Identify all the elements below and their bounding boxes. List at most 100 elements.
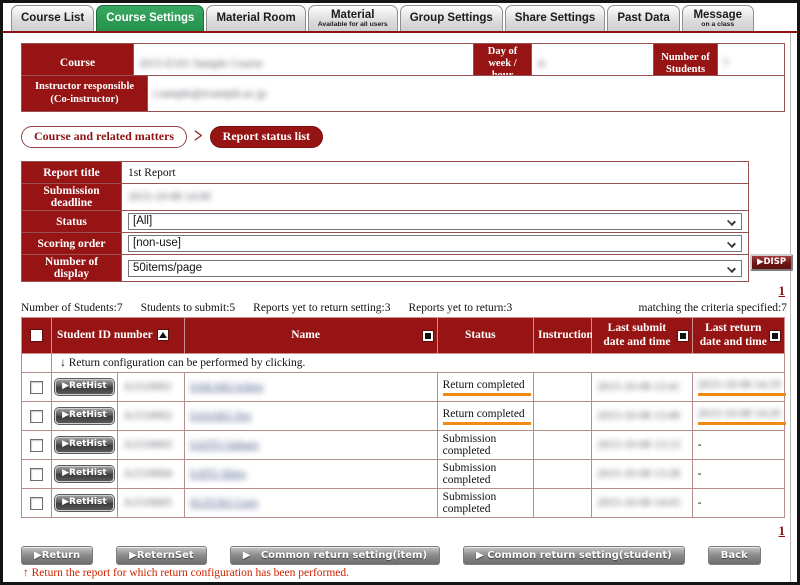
report-status-page: Course List Course Settings Material Roo…: [0, 0, 800, 585]
student-name-link[interactable]: SATO Shiro: [190, 468, 246, 480]
page-number-bottom[interactable]: 1: [779, 523, 786, 539]
page-number-top[interactable]: 1: [779, 283, 786, 299]
return-config-note: ↓ Return configuration can be performed …: [52, 354, 785, 373]
course-value: 2015-E101 Sample Course: [139, 58, 263, 70]
rethist-button[interactable]: ▶RetHist: [55, 408, 114, 425]
rethist-button[interactable]: ▶RetHist: [55, 466, 114, 483]
report-status-table: Student ID number Name Status Instructio…: [21, 317, 785, 518]
status-value[interactable]: Return completed: [443, 379, 531, 396]
sort-ascending-icon[interactable]: [157, 329, 169, 341]
rethist-button[interactable]: ▶RetHist: [55, 379, 114, 396]
select-all-checkbox[interactable]: [30, 329, 43, 342]
tab-material-all-users[interactable]: MaterialAvailable for all users: [308, 5, 398, 31]
sort-toggle-icon[interactable]: [677, 330, 689, 342]
status-label: Status: [22, 211, 122, 233]
last-submit-value: 2015-10-08 13:13: [597, 439, 680, 451]
tab-label: Course List: [21, 12, 84, 24]
row-checkbox[interactable]: [30, 410, 43, 423]
content-top-divider: [3, 31, 797, 33]
retern-set-button[interactable]: ▶ReternSet: [116, 546, 207, 565]
header-student-id: Student ID number: [52, 318, 185, 354]
header-status: Status: [437, 318, 533, 354]
chevron-down-icon: [727, 239, 736, 248]
status-value[interactable]: Submission completed: [443, 462, 497, 486]
rethist-button[interactable]: ▶RetHist: [55, 437, 114, 454]
student-name-link[interactable]: SAITO Saburo: [190, 439, 259, 451]
status-value[interactable]: Return completed: [443, 408, 531, 425]
scoring-order-select[interactable]: [non-use]: [128, 235, 742, 252]
breadcrumb: Course and related matters > Report stat…: [21, 126, 323, 148]
student-name-link[interactable]: SUZUKI Goro: [190, 497, 259, 509]
status-select[interactable]: [All]: [128, 213, 742, 230]
stat-yet-to-return: Reports yet to return:3: [409, 302, 513, 314]
table-note-row: ↓ Return configuration can be performed …: [22, 354, 785, 373]
number-of-students-value: 7: [723, 58, 729, 70]
tab-course-list[interactable]: Course List: [11, 5, 94, 31]
header-instruction: Instruction: [533, 318, 591, 354]
student-id: A1510002: [123, 410, 172, 422]
student-name-link[interactable]: SAKAKI Ichiro: [190, 381, 264, 393]
last-submit-value: 2015-10-08 14:03: [597, 497, 680, 509]
row-checkbox[interactable]: [30, 497, 43, 510]
status-value[interactable]: Submission completed: [443, 433, 497, 457]
return-button[interactable]: ▶Return: [21, 546, 93, 565]
action-buttons: ▶Return ▶ReternSet ▶ Common return setti…: [21, 546, 761, 565]
submission-deadline-value: 2015-10-08 14:00: [128, 191, 211, 203]
row-checkbox[interactable]: [30, 381, 43, 394]
table-row: ▶RetHist A1510001 SAKAKI Ichiro Return c…: [22, 373, 785, 402]
sort-toggle-icon[interactable]: [769, 330, 781, 342]
last-return-value: -: [698, 439, 702, 451]
status-value[interactable]: Submission completed: [443, 491, 497, 515]
back-button[interactable]: Back: [708, 546, 761, 565]
common-return-setting-student-button[interactable]: ▶ Common return setting(student): [463, 546, 685, 565]
tab-material-room[interactable]: Material Room: [206, 5, 305, 31]
common-return-setting-item-button[interactable]: ▶ Common return setting(item): [230, 546, 440, 565]
disp-button[interactable]: ▶DISP: [750, 254, 793, 271]
instruction-value: [533, 373, 591, 402]
header-name: Name: [184, 318, 437, 354]
last-submit-value: 2015-10-08 13:41: [597, 381, 680, 393]
filter-form: Report title 1st Report Submission deadl…: [21, 161, 749, 282]
student-id: A1510001: [123, 381, 172, 393]
stat-students-to-submit: Students to submit:5: [141, 302, 236, 314]
tab-group-settings[interactable]: Group Settings: [400, 5, 503, 31]
last-return-value: -: [698, 497, 702, 509]
header-last-return-label: Last return date and time: [700, 322, 767, 348]
number-of-display-select[interactable]: 50items/page: [128, 260, 742, 277]
last-submit-value: 2015-10-08 13:28: [597, 468, 680, 480]
tab-course-settings[interactable]: Course Settings: [96, 5, 204, 31]
summary-stats: Number of Students:7 Students to submit:…: [21, 302, 787, 314]
rethist-button[interactable]: ▶RetHist: [55, 495, 114, 512]
scoring-selected-value: [non-use]: [133, 237, 181, 249]
stat-yet-return-setting: Reports yet to return setting:3: [253, 302, 390, 314]
scoring-order-label: Scoring order: [22, 233, 122, 255]
tab-label: Material: [331, 9, 374, 21]
tab-sublabel: Available for all users: [318, 21, 388, 28]
breadcrumb-course-matters[interactable]: Course and related matters: [21, 126, 187, 148]
tab-message[interactable]: Messageon a class: [682, 5, 754, 31]
tab-sublabel: on a class: [701, 21, 734, 28]
instructor-label: Instructor responsible (Co-instructor): [22, 76, 148, 112]
tab-label: Past Data: [617, 12, 669, 24]
tab-share-settings[interactable]: Share Settings: [505, 5, 606, 31]
student-id: A1510005: [123, 497, 172, 509]
tab-label: Material Room: [216, 12, 295, 24]
header-checkbox-cell: [22, 318, 52, 354]
header-last-submit-label: Last submit date and time: [603, 322, 670, 348]
breadcrumb-separator-icon: >: [194, 125, 203, 149]
tab-past-data[interactable]: Past Data: [607, 5, 679, 31]
tab-label: Share Settings: [515, 12, 596, 24]
table-header-row: Student ID number Name Status Instructio…: [22, 318, 785, 354]
instruction-value: [533, 402, 591, 431]
chevron-down-icon: [727, 217, 736, 226]
right-frame-rule: [790, 33, 791, 582]
sort-toggle-icon[interactable]: [422, 330, 434, 342]
number-of-display-label: Number of display: [22, 255, 122, 282]
header-name-label: Name: [291, 329, 320, 341]
report-title-value: 1st Report: [122, 162, 749, 184]
student-name-link[interactable]: SASAKI Jiro: [190, 410, 252, 422]
row-checkbox[interactable]: [30, 439, 43, 452]
last-return-value: 2015-10-08 14:20: [698, 408, 786, 425]
header-last-return: Last return date and time: [692, 318, 784, 354]
row-checkbox[interactable]: [30, 468, 43, 481]
